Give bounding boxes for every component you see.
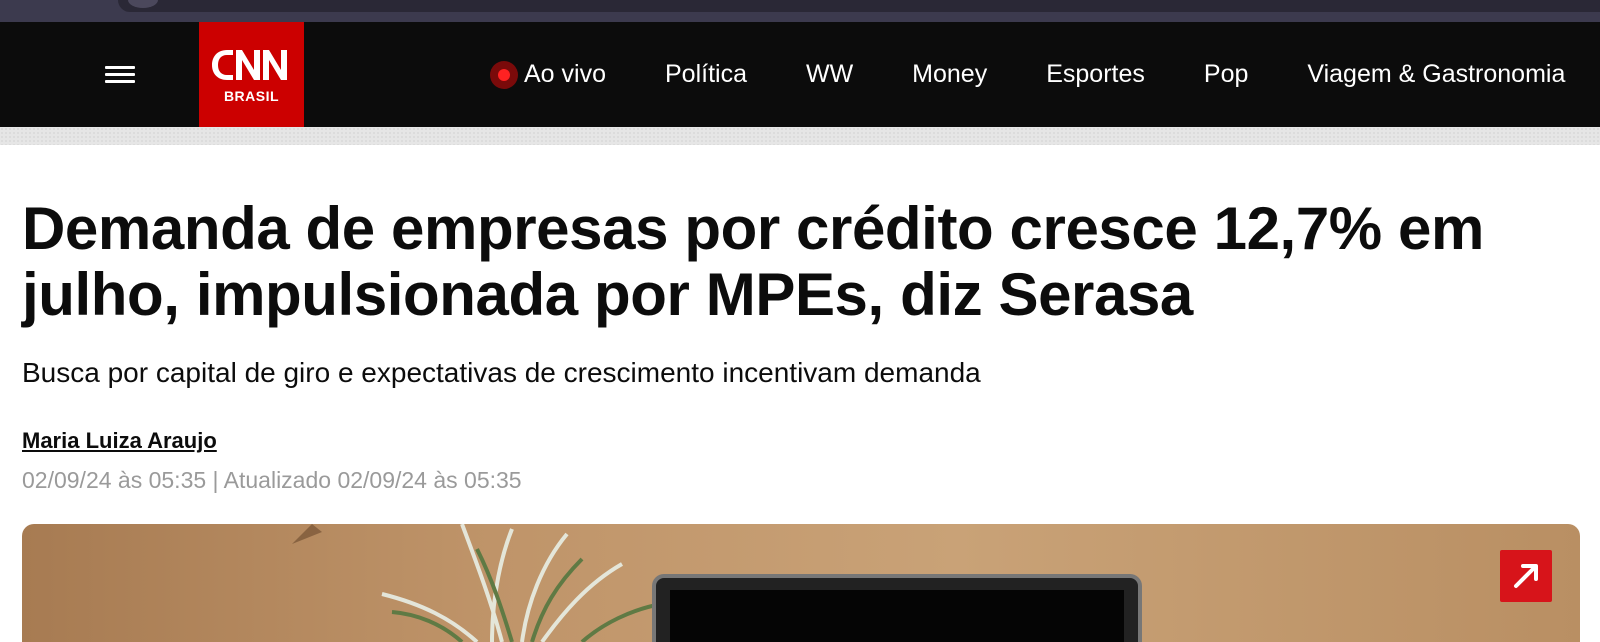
hero-photo-illustration bbox=[292, 524, 1142, 642]
logo-subtitle: BRASIL bbox=[223, 88, 280, 104]
nav-item-politica[interactable]: Política bbox=[665, 60, 747, 89]
browser-toolbar bbox=[0, 0, 1600, 22]
author-link[interactable]: Maria Luiza Araujo bbox=[22, 428, 217, 454]
nav-item-ao-vivo[interactable]: Ao vivo bbox=[490, 60, 606, 89]
nav-item-pop[interactable]: Pop bbox=[1204, 60, 1248, 89]
cnn-wordmark bbox=[212, 50, 287, 80]
expand-arrow-icon[interactable] bbox=[1500, 550, 1552, 602]
main-nav: Ao vivo Política WW Money Esportes Pop V… bbox=[490, 22, 1600, 127]
nav-item-label: Ao vivo bbox=[524, 60, 606, 88]
nav-item-money[interactable]: Money bbox=[912, 60, 987, 89]
nav-item-viagem-gastronomia[interactable]: Viagem & Gastronomia bbox=[1307, 60, 1565, 89]
article-timestamp: 02/09/24 às 05:35 | Atualizado 02/09/24 … bbox=[22, 467, 522, 493]
cnn-brasil-logo[interactable]: BRASIL bbox=[199, 22, 304, 127]
hamburger-menu-icon[interactable] bbox=[105, 64, 135, 86]
nav-shadow-divider bbox=[0, 127, 1600, 145]
address-bar[interactable] bbox=[118, 0, 1600, 12]
article-subheadline: Busca por capital de giro e expectativas… bbox=[22, 357, 981, 388]
nav-item-esportes[interactable]: Esportes bbox=[1046, 60, 1145, 89]
nav-item-ww[interactable]: WW bbox=[806, 60, 853, 89]
top-navigation: BRASIL Ao vivo Política WW Money Esporte… bbox=[0, 22, 1600, 127]
article-headline: Demanda de empresas por crédito cresce 1… bbox=[22, 195, 1484, 328]
article-hero-image bbox=[22, 524, 1580, 642]
live-dot-icon bbox=[490, 60, 518, 89]
